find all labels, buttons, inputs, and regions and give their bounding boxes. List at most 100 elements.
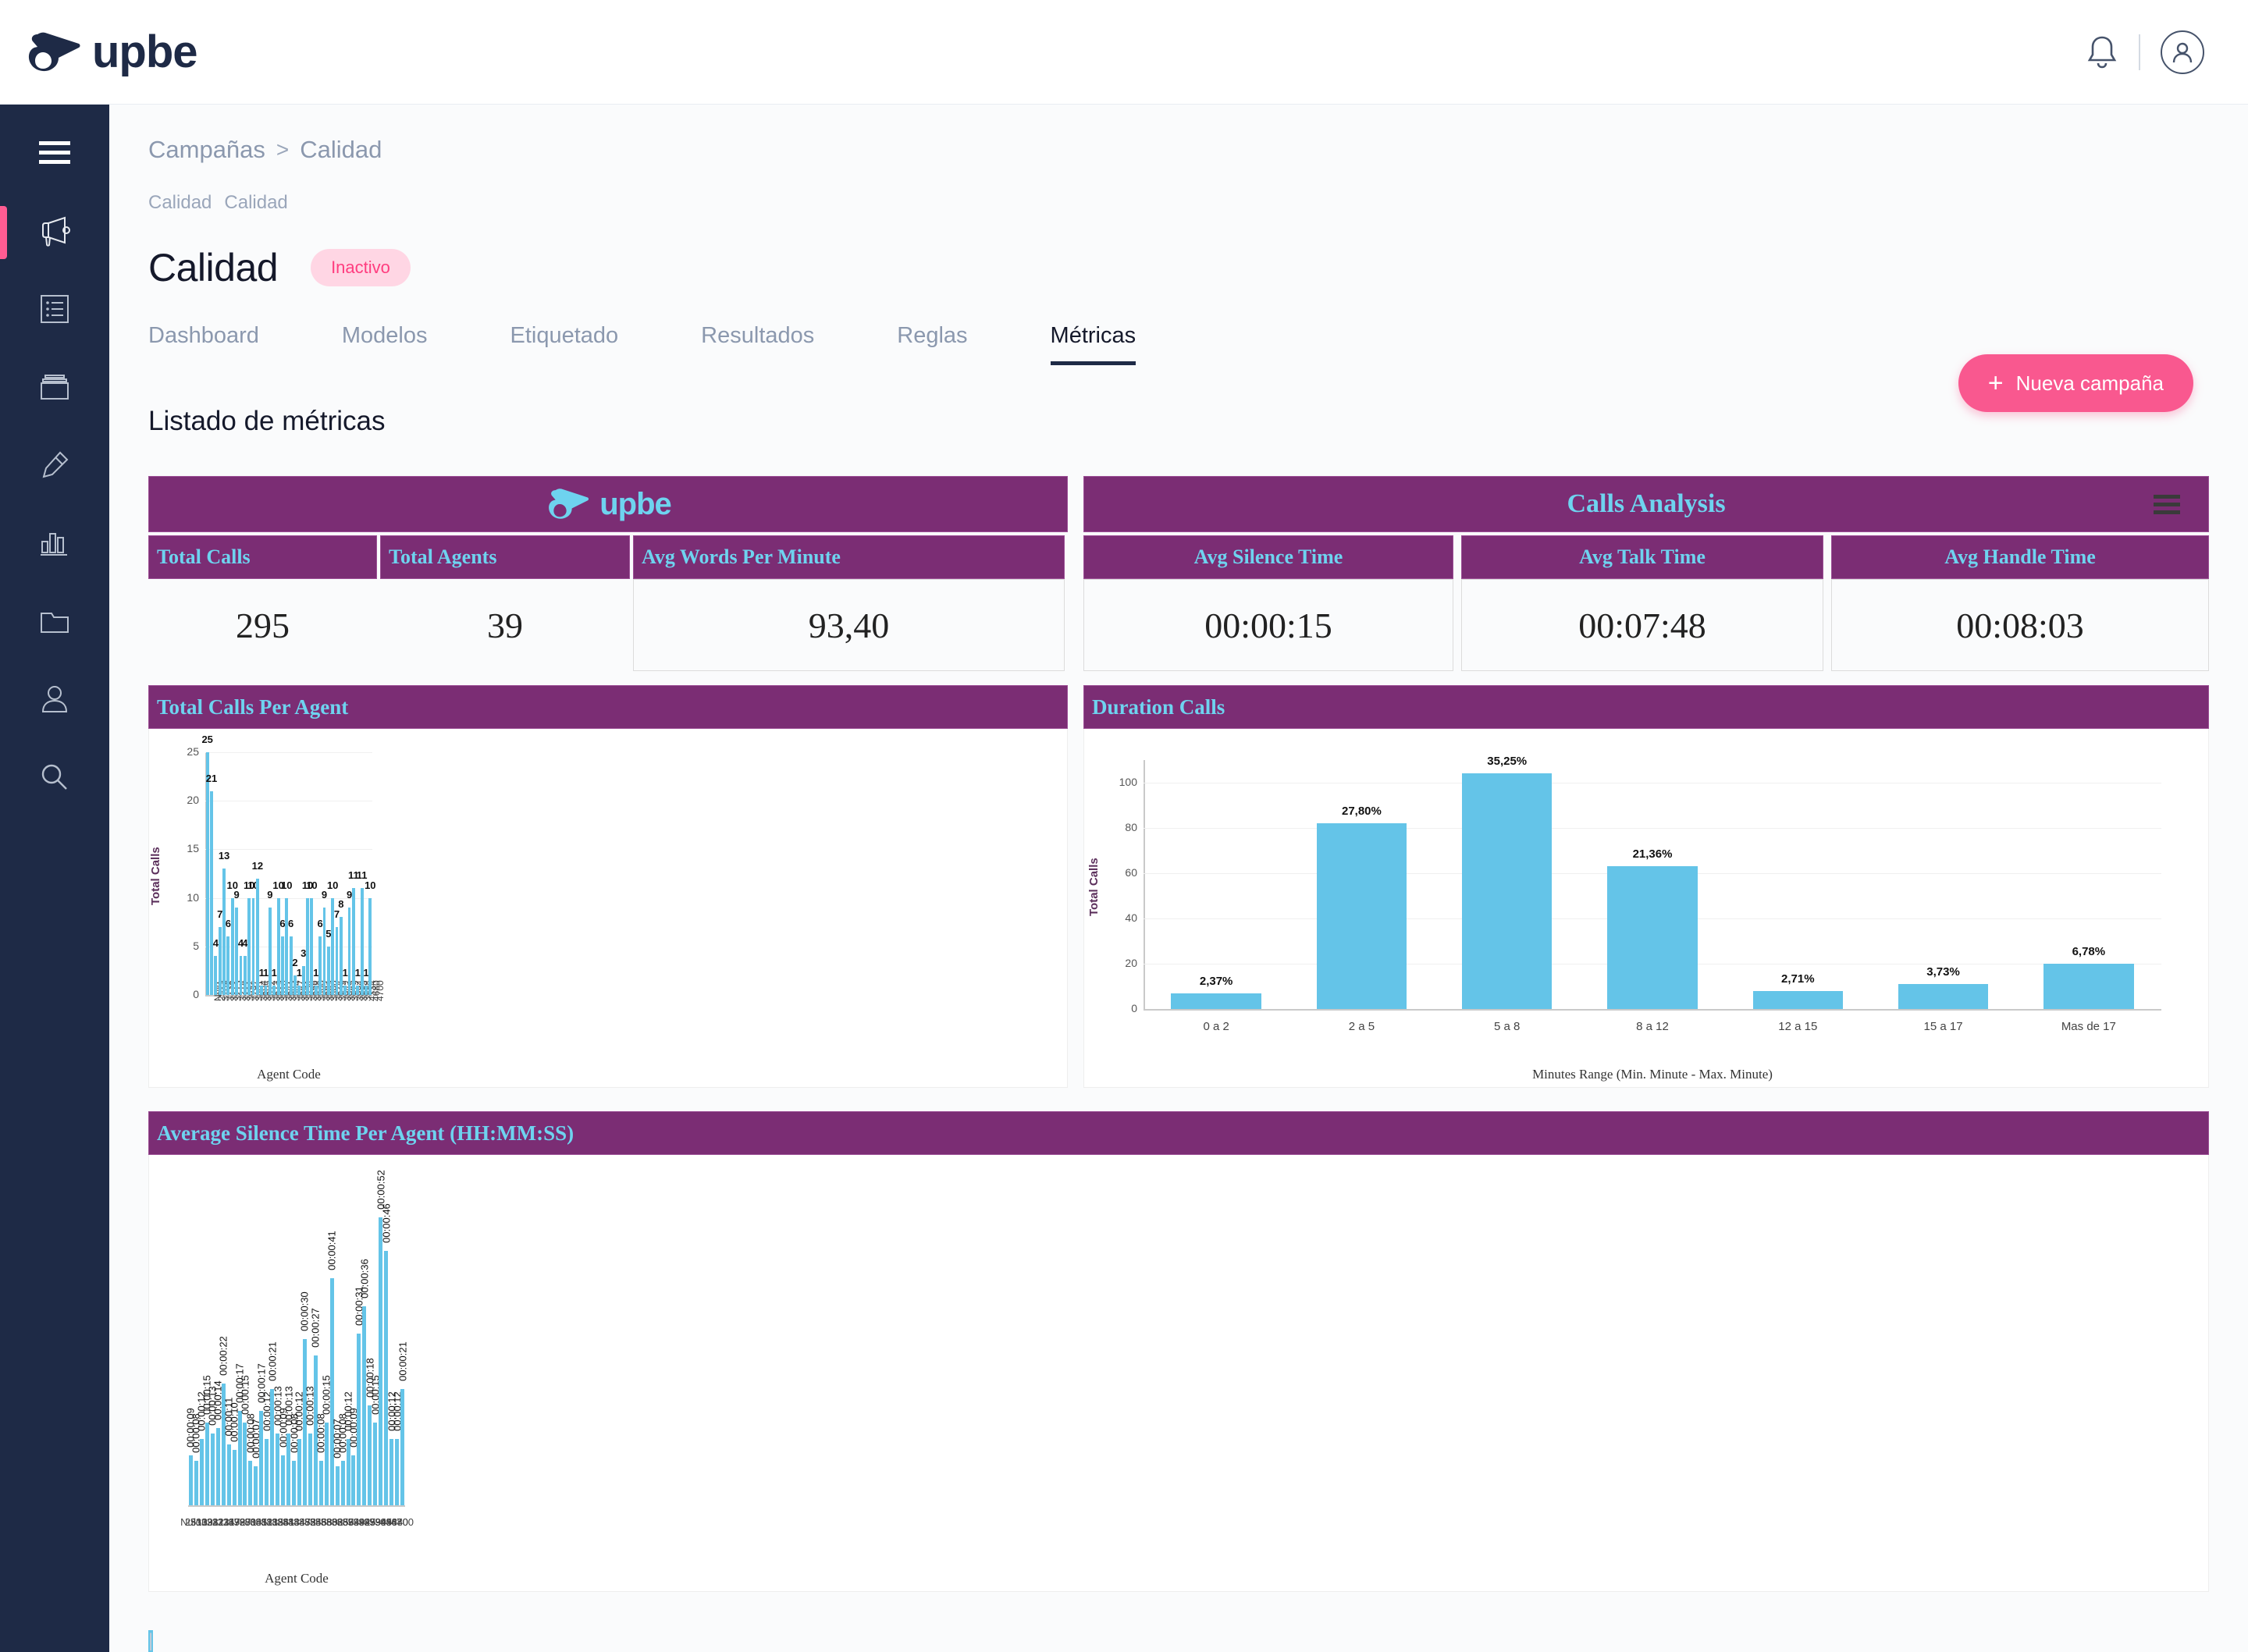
- bar[interactable]: [292, 1461, 297, 1505]
- bar[interactable]: [360, 888, 364, 995]
- sidebar-item-campaigns[interactable]: [0, 203, 109, 262]
- chart-avg-silence-per-agent[interactable]: 00:00:09 Nulo 00:00:08 2513 00:00:12 3109 00:0…: [148, 1155, 2209, 1592]
- bar[interactable]: [293, 975, 297, 995]
- sub-breadcrumb-right: Calidad: [224, 192, 288, 213]
- bell-icon[interactable]: [2086, 34, 2118, 70]
- bar[interactable]: [247, 897, 251, 995]
- bar[interactable]: [235, 908, 239, 995]
- bar-value-label: 10: [365, 879, 376, 891]
- bar[interactable]: [368, 897, 372, 995]
- bar[interactable]: [237, 1411, 242, 1505]
- bar[interactable]: [1316, 823, 1407, 1009]
- sidebar-item-annotations[interactable]: [0, 437, 109, 496]
- bar[interactable]: [1752, 990, 1844, 1009]
- bar[interactable]: [389, 1438, 394, 1505]
- sidebar-item-analytics[interactable]: [0, 515, 109, 574]
- user-avatar-icon[interactable]: [2161, 30, 2204, 74]
- bar[interactable]: [226, 1444, 231, 1505]
- bar[interactable]: [351, 1455, 356, 1505]
- tab-dashboard[interactable]: Dashboard: [148, 323, 259, 365]
- bar[interactable]: [210, 1433, 215, 1505]
- bar[interactable]: [232, 1450, 237, 1505]
- bar[interactable]: [281, 1455, 286, 1505]
- x-axis-tick: 2 a 5: [1348, 1020, 1375, 1033]
- sidebar-item-search[interactable]: [0, 749, 109, 808]
- bar[interactable]: [356, 985, 360, 995]
- x-axis-tick: Mas de 17: [2061, 1020, 2116, 1033]
- app-logo[interactable]: upbe: [27, 26, 198, 78]
- bar[interactable]: [322, 908, 326, 995]
- bar[interactable]: [272, 985, 276, 995]
- chart-duration-calls[interactable]: 0 20 40 60 80 100 Total Calls 2,37% 0 a 2 27,80% 2…: [1083, 729, 2209, 1088]
- bar[interactable]: [384, 1250, 389, 1505]
- bar[interactable]: [254, 1466, 258, 1505]
- bar-value-label: 00:00:21: [397, 1341, 409, 1381]
- breadcrumb-root[interactable]: Campañas: [148, 136, 265, 164]
- bar[interactable]: [357, 1334, 361, 1505]
- bar[interactable]: [308, 1433, 312, 1505]
- sidebar-item-menu-toggle[interactable]: [0, 125, 109, 184]
- bar[interactable]: [1171, 993, 1261, 1009]
- bar[interactable]: [297, 985, 301, 995]
- bar[interactable]: [188, 1455, 193, 1505]
- sidebar-item-files[interactable]: [0, 593, 109, 652]
- chart-title-avg-silence: Average Silence Time Per Agent (HH:MM:SS…: [148, 1111, 2209, 1155]
- chart-total-calls-per-agent[interactable]: 0 5 10 15 20 25 Total Calls 25 Nulo 21 2513 4 3109 7 3…: [148, 729, 1068, 1088]
- tab-etiquetado[interactable]: Etiquetado: [510, 323, 619, 365]
- x-axis-tick: 12 a 15: [1778, 1020, 1818, 1033]
- bar[interactable]: [265, 1438, 269, 1505]
- bar[interactable]: [260, 985, 264, 995]
- bar[interactable]: [205, 1422, 209, 1505]
- bar[interactable]: [205, 752, 209, 995]
- bar[interactable]: [329, 1278, 334, 1505]
- page-title: Calidad: [148, 246, 279, 290]
- bar[interactable]: [347, 908, 351, 995]
- bar[interactable]: [324, 1422, 329, 1505]
- bar[interactable]: [335, 1466, 340, 1505]
- bar-value-label: 21: [205, 772, 218, 784]
- bar[interactable]: [340, 1461, 345, 1505]
- bar[interactable]: [264, 985, 268, 995]
- bar[interactable]: [362, 1306, 367, 1505]
- bar-value-label: 27,80%: [1341, 805, 1382, 819]
- bar[interactable]: [365, 985, 368, 995]
- bar[interactable]: [2043, 964, 2134, 1009]
- y-axis-tick: 25: [187, 745, 199, 758]
- bar[interactable]: [318, 1461, 323, 1505]
- breadcrumb-current[interactable]: Calidad: [300, 136, 382, 164]
- bar[interactable]: [1607, 866, 1698, 1009]
- y-axis-tick: 0: [193, 988, 199, 1000]
- bar[interactable]: [379, 1217, 383, 1505]
- bar[interactable]: [297, 1438, 301, 1505]
- bar[interactable]: [351, 888, 355, 995]
- tab-resultados[interactable]: Resultados: [701, 323, 814, 365]
- kpi-avg-words-per-minute: Avg Words Per Minute 93,40: [633, 535, 1065, 671]
- kpi-label: Avg Talk Time: [1461, 535, 1823, 579]
- sidebar-item-users[interactable]: [0, 671, 109, 730]
- y-axis-tick: 40: [1125, 911, 1137, 924]
- new-campaign-label: Nueva campaña: [2015, 371, 2164, 395]
- sidebar-item-lists[interactable]: [0, 281, 109, 340]
- bar[interactable]: [1898, 984, 1989, 1009]
- bar[interactable]: [343, 985, 347, 995]
- tab-metricas[interactable]: Métricas: [1050, 323, 1136, 365]
- bar[interactable]: [248, 1461, 253, 1505]
- bar[interactable]: [215, 1427, 220, 1505]
- report-menu-icon[interactable]: [2154, 494, 2180, 514]
- bar[interactable]: [214, 956, 218, 995]
- bar[interactable]: [199, 1438, 204, 1505]
- sidebar-item-cards[interactable]: [0, 359, 109, 418]
- bar[interactable]: [194, 1461, 198, 1505]
- bar[interactable]: [314, 985, 318, 995]
- tab-reglas[interactable]: Reglas: [897, 323, 967, 365]
- logo-wordmark: upbe: [92, 27, 198, 77]
- bar[interactable]: [1461, 773, 1553, 1009]
- tab-modelos[interactable]: Modelos: [342, 323, 428, 365]
- bar[interactable]: [339, 917, 343, 995]
- bar[interactable]: [400, 1388, 405, 1505]
- bar[interactable]: [335, 926, 339, 995]
- bar[interactable]: [395, 1438, 400, 1505]
- bar[interactable]: [373, 1422, 378, 1505]
- new-campaign-button[interactable]: + Nueva campaña: [1958, 354, 2193, 412]
- bar[interactable]: [251, 897, 255, 995]
